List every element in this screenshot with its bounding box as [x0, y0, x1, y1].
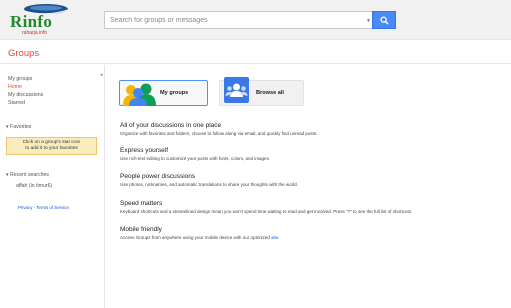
browse-people-icon — [224, 77, 249, 103]
feature-title: Mobile friendly — [120, 226, 162, 233]
logo-subtitle: raharja.info — [22, 30, 48, 36]
site-logo[interactable]: Rinfo raharja.info — [6, 2, 84, 38]
sidebar-item-my-discussions[interactable]: My discussions — [8, 92, 43, 98]
recent-searches-heading[interactable]: ▾ Recent searches — [6, 172, 49, 178]
feature-item: Mobile friendly Access Groups from anywh… — [120, 226, 279, 241]
feature-item: All of your discussions in one place Org… — [120, 122, 317, 137]
sidebar-item-my-groups[interactable]: My groups — [8, 76, 32, 82]
favorites-hint: Click on a group's star icon to add it t… — [6, 137, 97, 155]
feature-description: Keyboard shortcuts and a streamlined des… — [120, 209, 413, 214]
search-options-caret-icon[interactable]: ▼ — [365, 11, 372, 29]
browse-all-button[interactable]: Browse all — [219, 77, 304, 106]
footer-links: Privacy - Terms of Service — [18, 205, 69, 210]
people-icon — [123, 83, 156, 106]
feature-description: Organize with favorites and folders, cho… — [120, 131, 318, 136]
browse-all-label: Browse all — [256, 90, 284, 96]
feature-description: Access Groups from anywhere using your m… — [120, 235, 280, 240]
logo-wordmark: Rinfo — [10, 12, 53, 31]
feature-item: Speed matters Keyboard shortcuts and a s… — [120, 200, 412, 215]
page-title: Groups — [8, 48, 40, 59]
sidebar-item-home[interactable]: Home — [8, 84, 22, 90]
search-icon — [379, 15, 389, 25]
search-input[interactable] — [104, 11, 372, 29]
groups-header — [0, 40, 511, 64]
feature-description: Use rich-text editing to customize your … — [120, 156, 271, 161]
feature-title: All of your discussions in one place — [120, 122, 222, 129]
my-groups-button[interactable]: My groups — [119, 80, 208, 106]
feature-title: Express yourself — [120, 147, 169, 154]
search-button[interactable] — [372, 11, 396, 29]
recent-search-item[interactable]: affah (in timur6) — [16, 183, 52, 189]
feature-title: People power discussions — [120, 173, 196, 180]
feature-description: Use photos, nicknames, and automatic tra… — [120, 182, 298, 187]
collapse-sidebar-icon[interactable]: ◂ — [100, 72, 103, 78]
feature-title: Speed matters — [120, 200, 163, 207]
feature-item: People power discussions Use photos, nic… — [120, 173, 298, 188]
feature-item: Express yourself Use rich-text editing t… — [120, 147, 270, 162]
terms-link[interactable]: Terms of Service — [36, 205, 69, 210]
sidebar-item-starred[interactable]: Starred — [8, 100, 25, 106]
privacy-link[interactable]: Privacy — [18, 205, 32, 210]
favorites-heading[interactable]: ▾ Favorites — [6, 124, 31, 130]
my-groups-label: My groups — [160, 90, 189, 96]
